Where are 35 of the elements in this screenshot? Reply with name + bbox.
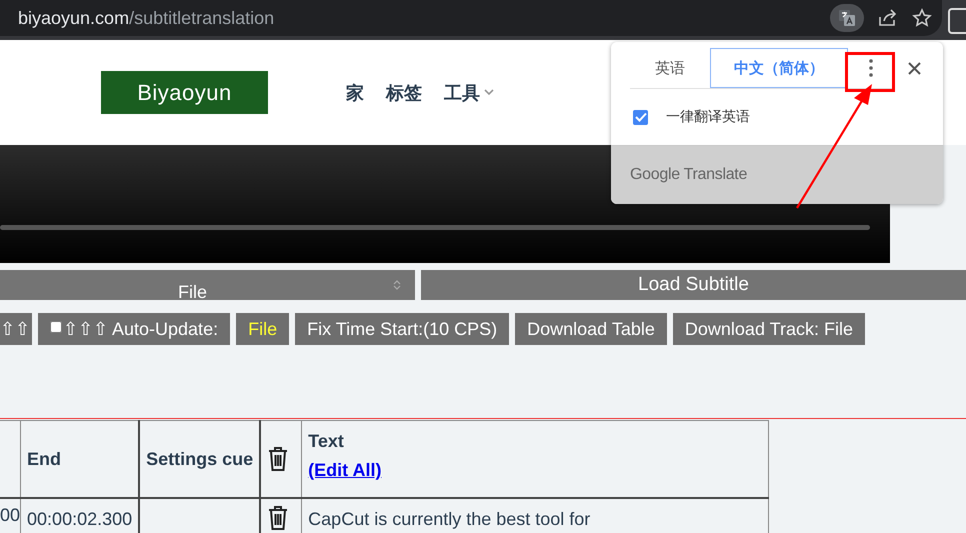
close-icon[interactable] <box>908 62 921 75</box>
toolbar-button[interactable]: Download Track: File <box>672 313 865 345</box>
trash-icon[interactable] <box>267 446 290 472</box>
header-cell: Settings cue <box>139 420 260 498</box>
header-cell: Text (Edit All) <box>302 420 769 498</box>
address-bar[interactable]: biyaoyun.com/subtitletranslation <box>0 0 942 36</box>
checkbox[interactable] <box>50 321 62 333</box>
share-icon[interactable] <box>878 9 898 27</box>
header-cell: End <box>20 420 140 498</box>
translate-icon[interactable] <box>830 4 864 32</box>
checkbox[interactable] <box>633 110 648 124</box>
nav-link[interactable]: 家 <box>346 80 364 104</box>
file-select[interactable]: File <box>0 270 415 300</box>
star-icon[interactable] <box>912 8 932 28</box>
auto-update-toggle[interactable]: ⇧⇧⇧ Auto-Update: <box>38 313 230 345</box>
extension-icon[interactable] <box>948 8 966 34</box>
toolbar-button[interactable]: Fix Time Start:(10 CPS) <box>295 313 510 345</box>
toolbar-button[interactable]: ⇧⇧ <box>0 313 32 345</box>
edit-all-link[interactable]: (Edit All) <box>308 460 382 481</box>
checkbox-label: 一律翻译英语 <box>666 108 750 126</box>
progress-track[interactable] <box>0 225 870 230</box>
toolbar-button[interactable]: Download Table <box>515 313 667 345</box>
updown-arrows-icon <box>393 279 401 291</box>
load-subtitle-button[interactable]: Load Subtitle <box>421 270 966 300</box>
url-text: biyaoyun.com/subtitletranslation <box>18 8 274 28</box>
google-translate-label: Google Translate <box>630 166 748 184</box>
nav-link[interactable]: 工具 <box>444 80 494 104</box>
file-button[interactable]: File <box>236 313 290 345</box>
nav-link[interactable]: 标签 <box>386 80 422 104</box>
trash-icon[interactable] <box>267 505 290 531</box>
chevron-down-icon <box>484 89 494 96</box>
language-tab[interactable]: 中文（简体） <box>710 48 848 88</box>
site-logo[interactable]: Biyaoyun <box>101 71 268 114</box>
vertical-dots-icon <box>868 59 872 77</box>
table-cell: 00 <box>0 498 21 533</box>
